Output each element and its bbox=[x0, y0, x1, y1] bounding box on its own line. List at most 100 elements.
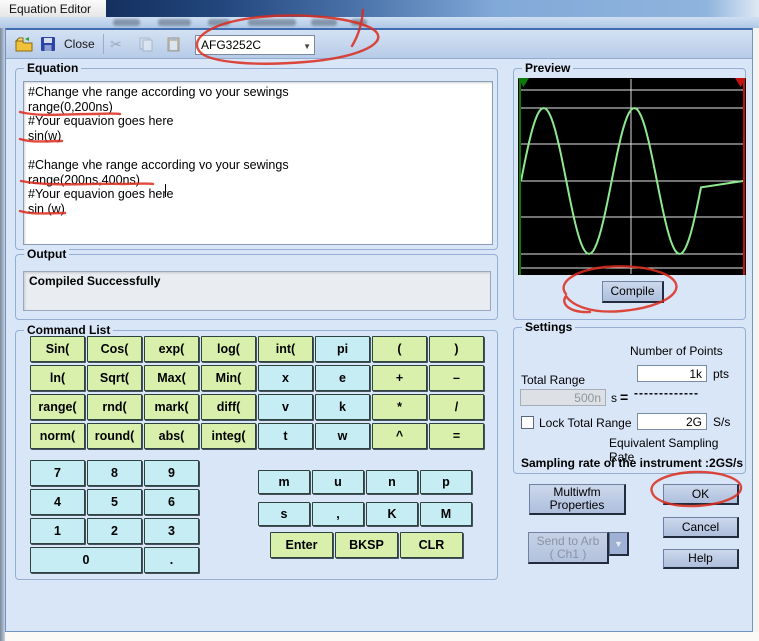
command-key[interactable]: mark( bbox=[144, 394, 199, 420]
unit-key[interactable]: n bbox=[366, 470, 418, 494]
command-key[interactable]: t bbox=[258, 423, 313, 449]
command-key[interactable]: k bbox=[315, 394, 370, 420]
unit-key[interactable]: p bbox=[420, 470, 472, 494]
command-key[interactable]: ) bbox=[429, 336, 484, 362]
command-key[interactable]: v bbox=[258, 394, 313, 420]
output-group-label: Output bbox=[24, 247, 69, 261]
numpad-key[interactable]: 7 bbox=[30, 460, 85, 486]
lock-total-range-checkbox[interactable] bbox=[521, 416, 534, 429]
unit-key[interactable]: u bbox=[312, 470, 364, 494]
command-key[interactable]: norm( bbox=[30, 423, 85, 449]
command-key[interactable]: int( bbox=[258, 336, 313, 362]
compile-button[interactable]: Compile bbox=[602, 281, 664, 303]
paste-icon[interactable] bbox=[166, 36, 184, 52]
command-key[interactable]: Max( bbox=[144, 365, 199, 391]
toolbar-separator bbox=[103, 34, 104, 54]
command-key[interactable]: ln( bbox=[30, 365, 85, 391]
command-key[interactable]: + bbox=[372, 365, 427, 391]
total-range-input bbox=[520, 389, 606, 406]
waveform-plot bbox=[518, 78, 746, 275]
numpad-key[interactable]: 5 bbox=[87, 489, 142, 515]
command-key[interactable]: Sqrt( bbox=[87, 365, 142, 391]
unit-key[interactable]: , bbox=[312, 502, 364, 526]
menu-item-blurred[interactable] bbox=[208, 19, 230, 26]
menu-item-blurred[interactable] bbox=[113, 19, 140, 26]
lock-total-range-label: Lock Total Range bbox=[539, 416, 632, 430]
numpad-key[interactable]: 6 bbox=[144, 489, 199, 515]
output-message: Compiled Successfully bbox=[23, 271, 491, 311]
multiwfm-properties-button[interactable]: Multiwfm Properties bbox=[529, 484, 626, 515]
command-key[interactable]: pi bbox=[315, 336, 370, 362]
command-key[interactable]: ^ bbox=[372, 423, 427, 449]
numpad-key[interactable]: 0 bbox=[30, 547, 142, 573]
command-key[interactable]: diff( bbox=[201, 394, 256, 420]
command-key[interactable]: round( bbox=[87, 423, 142, 449]
cut-icon[interactable]: ✂ bbox=[110, 36, 128, 52]
ok-button[interactable]: OK bbox=[663, 484, 739, 505]
command-key[interactable]: * bbox=[372, 394, 427, 420]
numpad-key[interactable]: 8 bbox=[87, 460, 142, 486]
equation-group: Equation #Change vhe range according vo … bbox=[15, 68, 498, 250]
send-to-arb-dropdown-icon[interactable]: ▼ bbox=[609, 532, 629, 556]
command-key[interactable]: integ( bbox=[201, 423, 256, 449]
help-button[interactable]: Help bbox=[663, 549, 739, 569]
numpad-key[interactable]: 9 bbox=[144, 460, 199, 486]
command-key[interactable]: Cos( bbox=[87, 336, 142, 362]
number-of-points-label: Number of Points bbox=[630, 344, 723, 358]
unit-key[interactable]: m bbox=[258, 470, 310, 494]
command-key[interactable]: w bbox=[315, 423, 370, 449]
menu-item-blurred[interactable] bbox=[248, 19, 296, 26]
equation-editor-dialog: Close ✂ AFG3252C ▼ Equation #Change vhe … bbox=[5, 28, 753, 632]
unit-key[interactable]: s bbox=[258, 502, 310, 526]
command-key[interactable]: ( bbox=[372, 336, 427, 362]
action-key[interactable]: CLR bbox=[400, 532, 463, 558]
command-key[interactable]: abs( bbox=[144, 423, 199, 449]
command-key[interactable]: log( bbox=[201, 336, 256, 362]
unit-key[interactable]: M bbox=[420, 502, 472, 526]
total-range-label: Total Range bbox=[521, 373, 585, 387]
chevron-down-icon[interactable]: ▼ bbox=[303, 42, 311, 51]
action-key[interactable]: Enter bbox=[270, 532, 333, 558]
numpad-key[interactable]: 4 bbox=[30, 489, 85, 515]
menu-item-blurred[interactable] bbox=[351, 19, 367, 26]
window-bottom-edge bbox=[5, 632, 759, 641]
command-list-group-label: Command List bbox=[24, 323, 113, 337]
pts-label: pts bbox=[713, 367, 729, 381]
command-key[interactable]: Min( bbox=[201, 365, 256, 391]
dialog-title: Equation Editor bbox=[0, 0, 106, 17]
command-key[interactable]: / bbox=[429, 394, 484, 420]
output-group: Output Compiled Successfully bbox=[15, 254, 498, 320]
sampling-rate-input[interactable] bbox=[637, 413, 707, 430]
close-button[interactable]: Close bbox=[64, 37, 95, 51]
numpad-key[interactable]: 1 bbox=[30, 518, 85, 544]
menu-item-blurred[interactable] bbox=[311, 19, 337, 26]
number-of-points-input[interactable] bbox=[637, 365, 707, 382]
command-key[interactable]: e bbox=[315, 365, 370, 391]
toolbar: Close ✂ AFG3252C ▼ bbox=[6, 30, 752, 59]
command-key[interactable]: Sin( bbox=[30, 336, 85, 362]
unit-key[interactable]: K bbox=[366, 502, 418, 526]
settings-group-label: Settings bbox=[522, 320, 575, 334]
waveform-svg bbox=[518, 78, 746, 275]
command-key[interactable]: exp( bbox=[144, 336, 199, 362]
open-file-icon[interactable] bbox=[15, 36, 33, 52]
window-right-edge bbox=[753, 28, 759, 641]
equation-textarea[interactable]: #Change vhe range according vo your sewi… bbox=[23, 81, 493, 245]
command-key[interactable]: rnd( bbox=[87, 394, 142, 420]
command-key[interactable]: range( bbox=[30, 394, 85, 420]
command-key[interactable]: = bbox=[429, 423, 484, 449]
save-icon[interactable] bbox=[40, 36, 58, 52]
parent-titlebar: Equation Editor bbox=[0, 0, 759, 17]
copy-icon[interactable] bbox=[138, 36, 156, 52]
send-to-arb-button[interactable]: Send to Arb ( Ch1 ) bbox=[528, 532, 609, 564]
menu-item-blurred[interactable] bbox=[158, 19, 191, 26]
numpad-key[interactable]: 3 bbox=[144, 518, 199, 544]
action-key[interactable]: BKSP bbox=[335, 532, 398, 558]
command-key[interactable]: – bbox=[429, 365, 484, 391]
numpad-key[interactable]: . bbox=[144, 547, 199, 573]
numpad-key[interactable]: 2 bbox=[87, 518, 142, 544]
instrument-combo-value: AFG3252C bbox=[201, 38, 261, 52]
cancel-button[interactable]: Cancel bbox=[663, 517, 739, 538]
instrument-combo[interactable]: AFG3252C ▼ bbox=[195, 35, 315, 55]
command-key[interactable]: x bbox=[258, 365, 313, 391]
